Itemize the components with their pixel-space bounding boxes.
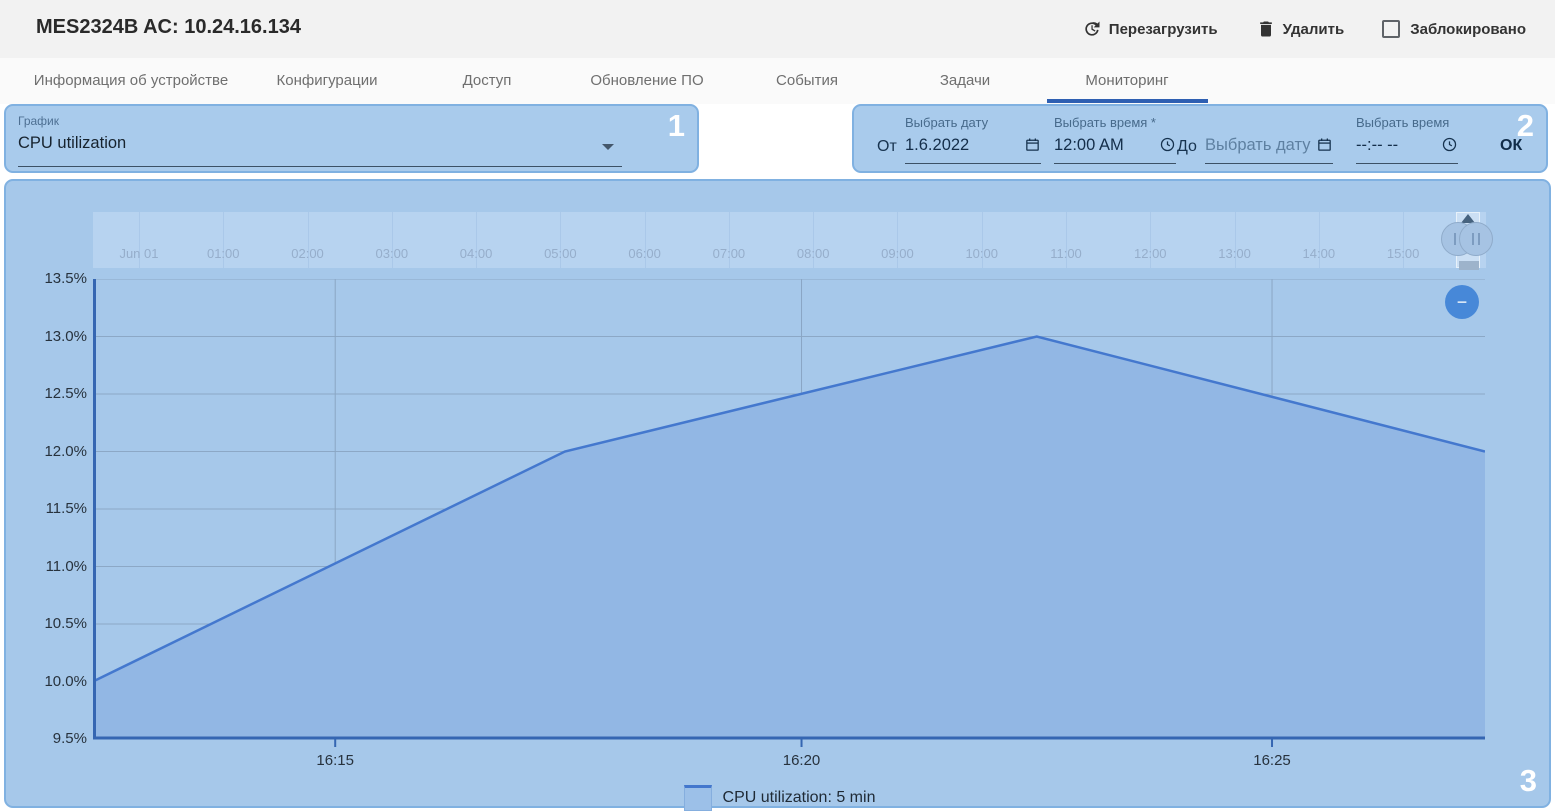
navigator-tick-label: 05:00	[544, 246, 577, 261]
legend-swatch	[683, 785, 712, 811]
y-axis-label: 12.0%	[44, 442, 87, 460]
tab-1[interactable]: Информация об устройстве	[34, 72, 228, 89]
annotated-region-2: От Выбрать дату 1.6.2022 Выбрать время *…	[852, 104, 1548, 173]
y-axis-label: 11.0%	[45, 557, 87, 575]
y-axis-label: 13.0%	[44, 327, 87, 345]
navigator-tick-label: 15:00	[1386, 246, 1420, 261]
y-axis-label: 9.5%	[52, 730, 87, 747]
field-underline	[1205, 163, 1333, 164]
cpu-utilization-chart[interactable]	[93, 279, 1485, 749]
zoom-out-button[interactable]: −	[1445, 285, 1479, 319]
delete-button[interactable]: Удалить	[1256, 19, 1345, 39]
navigator-tick-label: 04:00	[459, 246, 493, 261]
navigator-tick-label: 03:00	[375, 246, 409, 261]
locked-label: Заблокировано	[1410, 20, 1526, 38]
active-tab-indicator	[1047, 99, 1208, 103]
region-label-1: 1	[667, 108, 685, 143]
navigator-tick-label: 09:00	[881, 246, 914, 261]
reload-button[interactable]: Перезагрузить	[1082, 19, 1218, 39]
time-to-field[interactable]: Выбрать время --:-- --	[1356, 106, 1458, 166]
x-axis-label: 16:25	[1253, 752, 1291, 769]
trash-icon	[1256, 19, 1276, 39]
restore-icon	[1082, 19, 1102, 39]
navigator-tick-label: Jun 01	[119, 246, 159, 261]
clock-icon[interactable]	[1441, 136, 1458, 153]
date-from-floating-label: Выбрать дату	[905, 115, 989, 130]
navigator-tick-label: 06:00	[628, 246, 661, 261]
chart-select[interactable]: График CPU utilization	[18, 114, 624, 167]
navigator-right-handle[interactable]	[1459, 222, 1493, 256]
navigator-tick-label: 01:00	[206, 246, 240, 261]
field-underline	[905, 163, 1041, 164]
date-from-field[interactable]: Выбрать дату 1.6.2022	[905, 106, 1041, 166]
field-underline	[1356, 163, 1458, 164]
navigator-range-foot[interactable]	[1459, 261, 1479, 270]
locked-checkbox-group[interactable]: Заблокировано	[1382, 20, 1526, 38]
header-actions: Перезагрузить Удалить Заблокировано	[1082, 0, 1526, 58]
to-label: До	[1177, 138, 1197, 155]
region-label-3: 3	[1519, 763, 1537, 798]
page-title: MES2324B AC: 10.24.16.134	[36, 16, 301, 38]
y-axis-label: 12.5%	[44, 385, 87, 402]
tab-3[interactable]: Доступ	[463, 72, 512, 89]
from-label: От	[877, 138, 897, 155]
navigator-tick-label: 08:00	[796, 246, 830, 261]
clock-icon[interactable]	[1159, 136, 1176, 153]
date-from-value[interactable]: 1.6.2022	[905, 136, 969, 155]
tab-4[interactable]: Обновление ПО	[590, 72, 703, 89]
calendar-icon[interactable]	[1024, 136, 1041, 153]
navigator-tick-label: 11:00	[1050, 246, 1082, 261]
navigator-tick-label: 12:00	[1134, 246, 1167, 261]
tab-bar: Информация об устройстве Конфигурации Дост…	[0, 58, 1555, 104]
chevron-down-icon[interactable]	[602, 144, 614, 150]
time-from-value[interactable]: 12:00 AM	[1054, 136, 1124, 155]
y-axis-label: 10.0%	[44, 672, 87, 690]
time-to-value[interactable]: --:-- --	[1356, 136, 1398, 155]
reload-label: Перезагрузить	[1108, 20, 1218, 38]
field-underline	[1054, 163, 1176, 164]
y-axis-label: 10.5%	[44, 615, 87, 632]
chart-select-label: График	[18, 114, 59, 128]
select-underline	[18, 166, 622, 167]
time-from-floating-label: Выбрать время *	[1054, 115, 1156, 130]
date-to-field[interactable]: Выбрать дату	[1205, 106, 1333, 166]
navigator-tick-label: 02:00	[291, 246, 324, 261]
chart-legend[interactable]: CPU utilization: 5 min	[6, 785, 1553, 811]
device-header: MES2324B AC: 10.24.16.134 Перезагрузить …	[0, 0, 1555, 58]
minus-icon: −	[1456, 292, 1468, 312]
date-to-placeholder[interactable]: Выбрать дату	[1205, 136, 1310, 155]
legend-label: CPU utilization: 5 min	[722, 789, 876, 806]
navigator-tick-label: 07:00	[712, 246, 746, 261]
chart-navigator[interactable]: Jun 01 01:00 02:00 03:00 04:00 05:00 06:00 07:0…	[93, 212, 1493, 270]
device-monitoring-page: MES2324B AC: 10.24.16.134 Перезагрузить …	[0, 0, 1555, 812]
navigator-tick-label: 10:00	[965, 246, 998, 261]
x-axis-label: 16:15	[316, 752, 354, 769]
y-axis-label: 13.5%	[44, 270, 87, 287]
chart-select-value: CPU utilization	[18, 134, 127, 152]
tab-6[interactable]: Задачи	[940, 72, 990, 89]
locked-checkbox[interactable]	[1382, 20, 1401, 38]
navigator-tick-label: 14:00	[1302, 246, 1336, 261]
annotated-region-3: Jun 01 01:00 02:00 03:00 04:00 05:00 06:00 07:0…	[4, 179, 1553, 811]
time-to-floating-label: Выбрать время	[1356, 115, 1450, 130]
tab-5[interactable]: События	[776, 72, 838, 89]
region-label-2: 2	[1516, 108, 1534, 143]
delete-label: Удалить	[1282, 20, 1345, 38]
calendar-icon[interactable]	[1316, 136, 1333, 153]
x-axis-label: 16:20	[782, 752, 821, 769]
y-axis-label: 11.5%	[45, 500, 87, 517]
time-from-field[interactable]: Выбрать время * 12:00 AM	[1054, 106, 1176, 166]
navigator-tick-label: 13:00	[1218, 246, 1251, 261]
annotated-region-1: График CPU utilization 1	[4, 104, 699, 173]
tab-2[interactable]: Конфигурации	[277, 72, 378, 89]
tab-7[interactable]: Мониторинг	[1085, 72, 1168, 89]
